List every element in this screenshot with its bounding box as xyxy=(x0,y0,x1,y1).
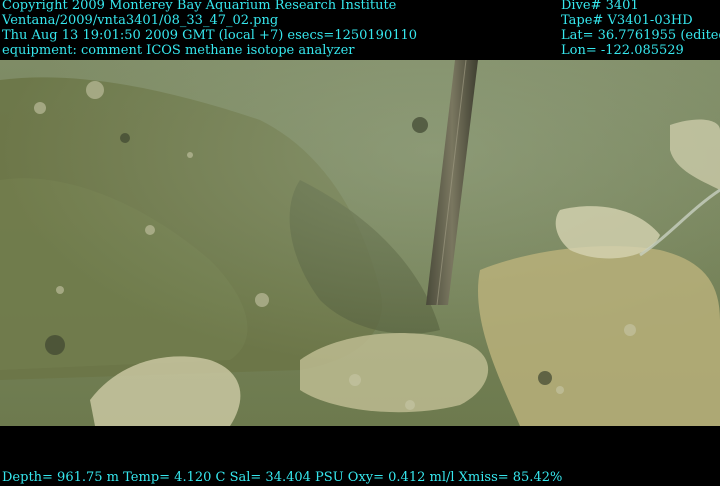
latitude: Lat= 36.7761955 (edited) xyxy=(561,28,720,43)
copyright-line: Copyright 2009 Monterey Bay Aquarium Res… xyxy=(2,0,397,13)
telemetry-line: Depth= 961.75 m Temp= 4.120 C Sal= 34.40… xyxy=(2,470,563,485)
filename-line: Ventana/2009/vnta3401/08_33_47_02.png xyxy=(2,13,279,28)
video-frame: Copyright 2009 Monterey Bay Aquarium Res… xyxy=(0,0,720,486)
header-right: Dive# 3401 Tape# V3401-03HD Lat= 36.7761… xyxy=(561,0,720,58)
seafloor-image xyxy=(0,60,720,426)
bacterial-mat-right xyxy=(478,246,720,426)
timestamp-line: Thu Aug 13 19:01:50 2009 GMT (local +7) … xyxy=(2,28,418,43)
tape-number: Tape# V3401-03HD xyxy=(561,13,693,28)
dive-number: Dive# 3401 xyxy=(561,0,639,13)
seafloor-scene xyxy=(0,60,720,426)
equipment-line: equipment: comment ICOS methane isotope … xyxy=(2,43,355,58)
longitude: Lon= -122.085529 xyxy=(561,43,684,58)
header-left: Copyright 2009 Monterey Bay Aquarium Res… xyxy=(2,0,417,58)
